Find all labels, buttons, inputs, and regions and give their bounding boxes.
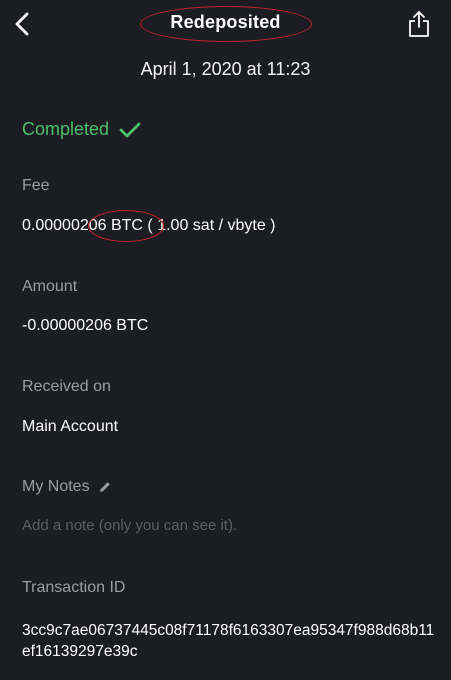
fee-value: 0.00000206 BTC ( 1.00 sat / vbyte ) <box>22 217 275 235</box>
share-button[interactable] <box>407 10 431 38</box>
page-title: Redeposited <box>170 12 281 32</box>
amount-value: -0.00000206 BTC <box>22 317 149 334</box>
transaction-detail-screen: Redeposited April 1, 2020 at 11:23 Compl… <box>0 0 451 680</box>
fee-label: Fee <box>22 177 50 194</box>
checkmark-icon <box>119 122 141 137</box>
received-on-label: Received on <box>22 378 111 395</box>
share-icon <box>409 11 429 37</box>
notes-input[interactable] <box>22 517 422 534</box>
amount-label: Amount <box>22 278 78 295</box>
fee-amount: 0.00000206 BTC <box>22 217 143 234</box>
received-on-value: Main Account <box>22 418 119 435</box>
notes-label: My Notes <box>22 478 90 495</box>
notes-header[interactable]: My Notes <box>22 478 112 496</box>
status-row: Completed <box>22 119 141 140</box>
transaction-id-label: Transaction ID <box>22 579 126 596</box>
transaction-id-value[interactable]: 3cc9c7ae06737445c08f71178f6163307ea95347… <box>22 620 442 662</box>
pencil-icon[interactable] <box>98 480 112 494</box>
fee-rate: ( 1.00 sat / vbyte ) <box>142 217 276 234</box>
status-text: Completed <box>22 119 110 139</box>
transaction-datetime: April 1, 2020 at 11:23 <box>140 59 311 79</box>
